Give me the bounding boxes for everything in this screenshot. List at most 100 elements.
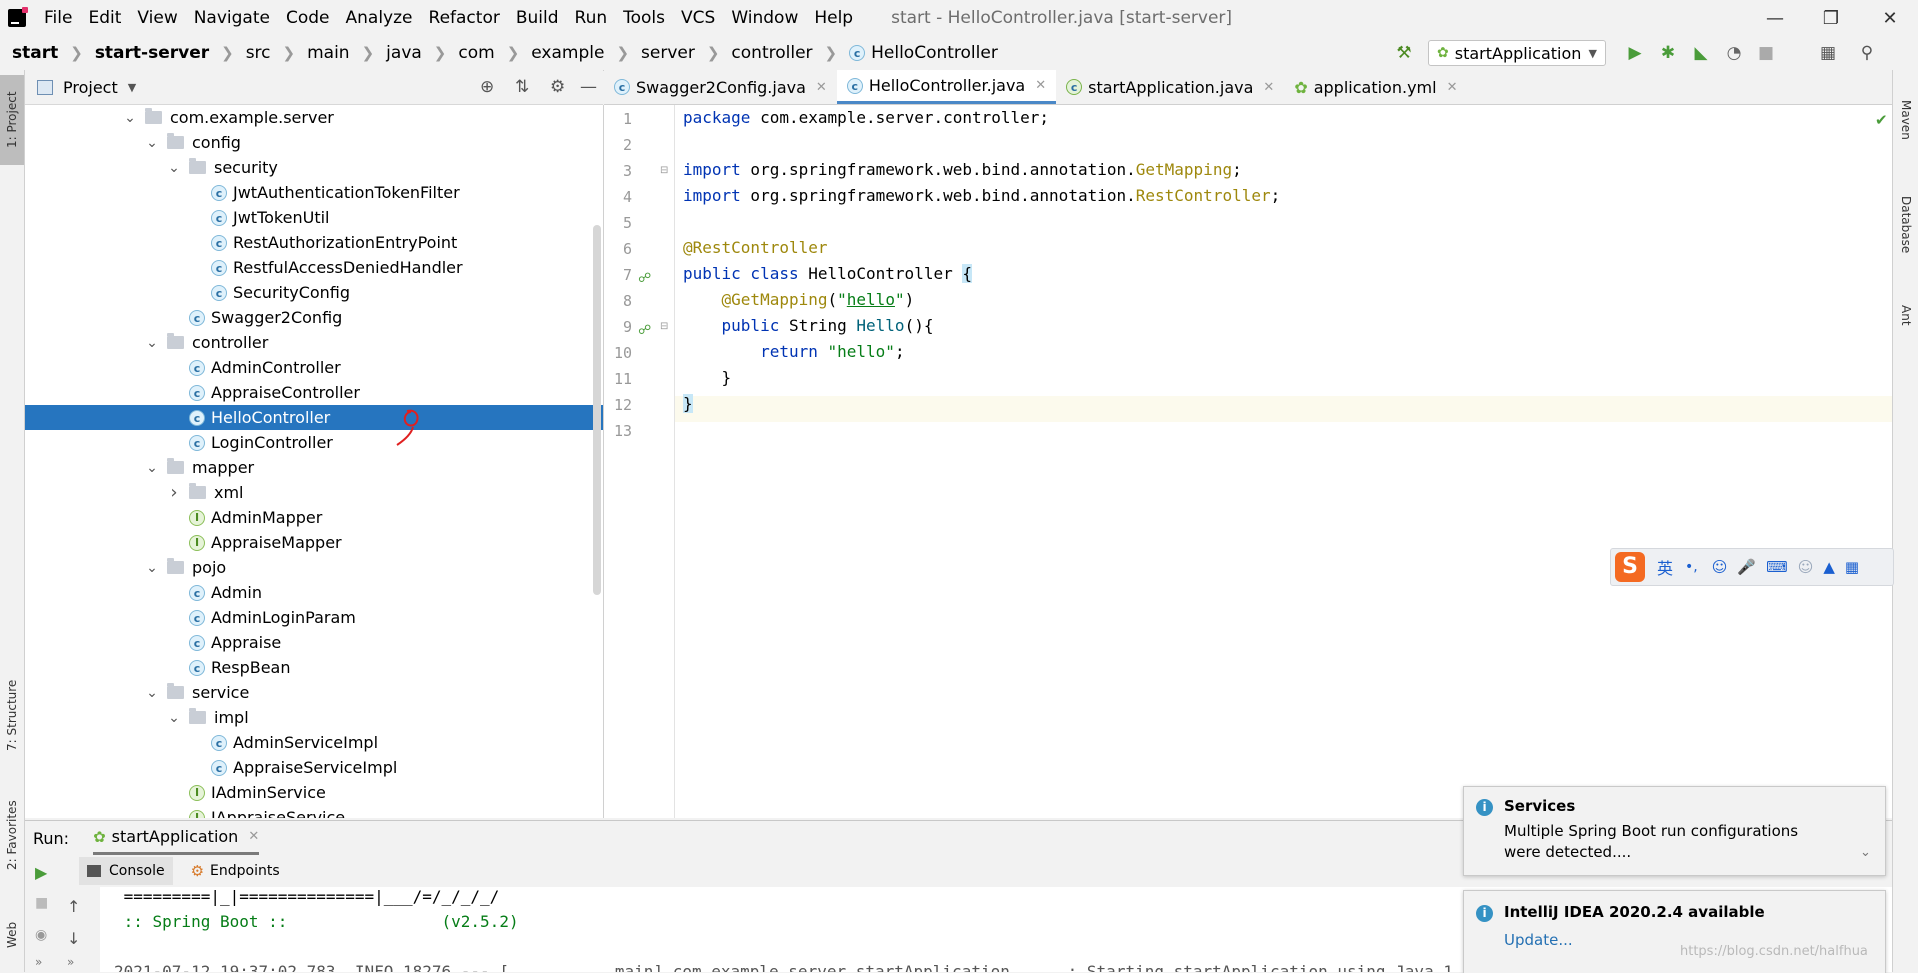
breadcrumb-item[interactable]: start-server (95, 43, 209, 63)
user-icon[interactable]: ☺ (1798, 558, 1814, 576)
breadcrumb-item[interactable]: com (458, 43, 494, 63)
tree-file[interactable]: c JwtTokenUtil (25, 205, 603, 230)
menu-tools[interactable]: Tools (623, 8, 665, 28)
tree-folder[interactable]: ⌄ impl (25, 705, 603, 730)
run-config-dropdown[interactable]: ✿ startApplication ▼ (1428, 40, 1606, 66)
more-icon[interactable]: » (67, 955, 74, 969)
tree-file[interactable]: c AdminController (25, 355, 603, 380)
maven-tool-tab[interactable]: Maven (1893, 80, 1918, 160)
web-tool-tab[interactable]: Web (0, 910, 24, 960)
microphone-icon[interactable]: 🎤 (1737, 558, 1756, 576)
locate-icon[interactable]: ⊕ (480, 77, 494, 97)
chevron-down-icon[interactable]: ⌄ (145, 460, 159, 476)
chevron-down-icon[interactable]: ⌄ (167, 160, 181, 176)
project-panel-title[interactable]: Project (63, 78, 118, 97)
tree-folder[interactable]: ⌄ security (25, 155, 603, 180)
stop-icon[interactable]: ■ (1752, 40, 1780, 66)
tree-file[interactable]: c Appraise (25, 630, 603, 655)
menu-code[interactable]: Code (286, 8, 330, 28)
sogou-logo-icon[interactable]: S (1615, 552, 1645, 582)
menu-build[interactable]: Build (516, 8, 559, 28)
breadcrumb-item[interactable]: c HelloController (849, 43, 998, 63)
tree-file[interactable]: c Swagger2Config (25, 305, 603, 330)
rerun-icon[interactable]: ▶ (35, 863, 47, 882)
breadcrumb-item[interactable]: main (307, 43, 349, 63)
tree-file[interactable]: c RespBean (25, 655, 603, 680)
tree-file[interactable]: I AppraiseMapper (25, 530, 603, 555)
tree-folder[interactable]: ⌄ service (25, 680, 603, 705)
chevron-down-icon[interactable]: ⌄ (123, 110, 137, 126)
console-tab[interactable]: Console (79, 857, 173, 885)
breadcrumb-item[interactable]: src (246, 43, 271, 63)
breadcrumb-item[interactable]: controller (731, 43, 812, 63)
update-notification[interactable]: i IntelliJ IDEA 2020.2.4 available Updat… (1463, 890, 1886, 973)
chevron-down-icon[interactable]: ⌄ (145, 135, 159, 151)
chevron-down-icon[interactable]: ⌄ (145, 560, 159, 576)
maximize-button[interactable]: ❐ (1803, 0, 1859, 36)
menu-help[interactable]: Help (814, 8, 853, 28)
fold-icon[interactable]: ⊟ (660, 321, 668, 332)
chevron-right-icon[interactable]: › (167, 482, 181, 503)
menu-analyze[interactable]: Analyze (346, 8, 413, 28)
scroll-up-icon[interactable]: ↑ (67, 897, 80, 916)
tree-file[interactable]: c AppraiseController (25, 380, 603, 405)
menu-window[interactable]: Window (731, 8, 798, 28)
tree-file[interactable]: c AdminServiceImpl (25, 730, 603, 755)
skin-icon[interactable]: ▲ (1823, 558, 1835, 576)
chevron-down-icon[interactable]: ⌄ (145, 335, 159, 351)
tree-folder[interactable]: ⌄ pojo (25, 555, 603, 580)
apps-grid-icon[interactable]: ▦ (1845, 558, 1859, 576)
breadcrumb-item[interactable]: start (12, 43, 58, 63)
more-icon[interactable]: » (35, 955, 42, 969)
collapse-all-icon[interactable]: ⇅ (515, 77, 529, 97)
menu-navigate[interactable]: Navigate (194, 8, 270, 28)
scroll-down-icon[interactable]: ↓ (67, 929, 80, 948)
fold-icon[interactable]: ⊟ (660, 165, 668, 176)
tree-file[interactable]: I AdminMapper (25, 505, 603, 530)
close-tab-icon[interactable]: ✕ (1263, 80, 1274, 95)
ant-tool-tab[interactable]: Ant (1893, 290, 1918, 340)
emoji-icon[interactable]: ☺ (1712, 558, 1728, 576)
tree-folder[interactable]: ⌄ mapper (25, 455, 603, 480)
search-icon[interactable]: ⚲ (1853, 40, 1881, 66)
menu-edit[interactable]: Edit (88, 8, 121, 28)
breadcrumb-item[interactable]: java (386, 43, 422, 63)
tree-folder[interactable]: › xml (25, 480, 603, 505)
spring-mapping-gutter-icon[interactable]: ☍ (638, 323, 651, 338)
breadcrumb-item[interactable]: example (531, 43, 604, 63)
minimize-button[interactable]: — (1747, 0, 1803, 36)
editor-tab[interactable]: c startApplication.java ✕ (1056, 70, 1284, 104)
tree-file[interactable]: c RestAuthorizationEntryPoint (25, 230, 603, 255)
structure-tool-tab[interactable]: 7: Structure (0, 670, 24, 760)
close-tab-icon[interactable]: ✕ (1447, 80, 1458, 95)
tree-file[interactable]: c JwtAuthenticationTokenFilter (25, 180, 603, 205)
tree-folder[interactable]: ⌄ controller (25, 330, 603, 355)
menu-file[interactable]: File (44, 8, 72, 28)
menu-refactor[interactable]: Refactor (429, 8, 500, 28)
close-tab-icon[interactable]: ✕ (248, 829, 259, 844)
chevron-down-icon[interactable]: ⌄ (145, 685, 159, 701)
breadcrumb-item[interactable]: server (641, 43, 695, 63)
close-tab-icon[interactable]: ✕ (1035, 78, 1046, 93)
close-tab-icon[interactable]: ✕ (816, 80, 827, 95)
chevron-down-icon[interactable]: ▼ (128, 81, 136, 94)
chevron-down-icon[interactable]: ⌄ (1860, 845, 1871, 860)
endpoints-tab[interactable]: ⚙ Endpoints (183, 857, 288, 885)
update-link[interactable]: Update... (1504, 931, 1573, 949)
tree-file[interactable]: c Admin (25, 580, 603, 605)
ime-language-toggle[interactable]: 英 (1657, 555, 1673, 579)
tree-file[interactable]: I IAdminService (25, 780, 603, 805)
menu-run[interactable]: Run (575, 8, 608, 28)
chevron-down-icon[interactable]: ⌄ (167, 710, 181, 726)
debug-icon[interactable]: ✱ (1654, 40, 1682, 66)
hide-panel-icon[interactable]: — (580, 77, 597, 97)
database-tool-tab[interactable]: Database (1893, 175, 1918, 275)
tree-scrollbar[interactable] (593, 225, 601, 595)
tree-file[interactable]: c HelloController (25, 405, 603, 430)
editor-tab[interactable]: c HelloController.java ✕ (836, 70, 1057, 104)
services-notification[interactable]: i Services Multiple Spring Boot run conf… (1463, 786, 1886, 876)
keyboard-icon[interactable]: ⌨ (1766, 558, 1788, 576)
project-tool-tab[interactable]: 1: Project (0, 75, 24, 165)
ime-punctuation-toggle[interactable]: •, (1685, 559, 1698, 575)
tree-file[interactable]: c AdminLoginParam (25, 605, 603, 630)
